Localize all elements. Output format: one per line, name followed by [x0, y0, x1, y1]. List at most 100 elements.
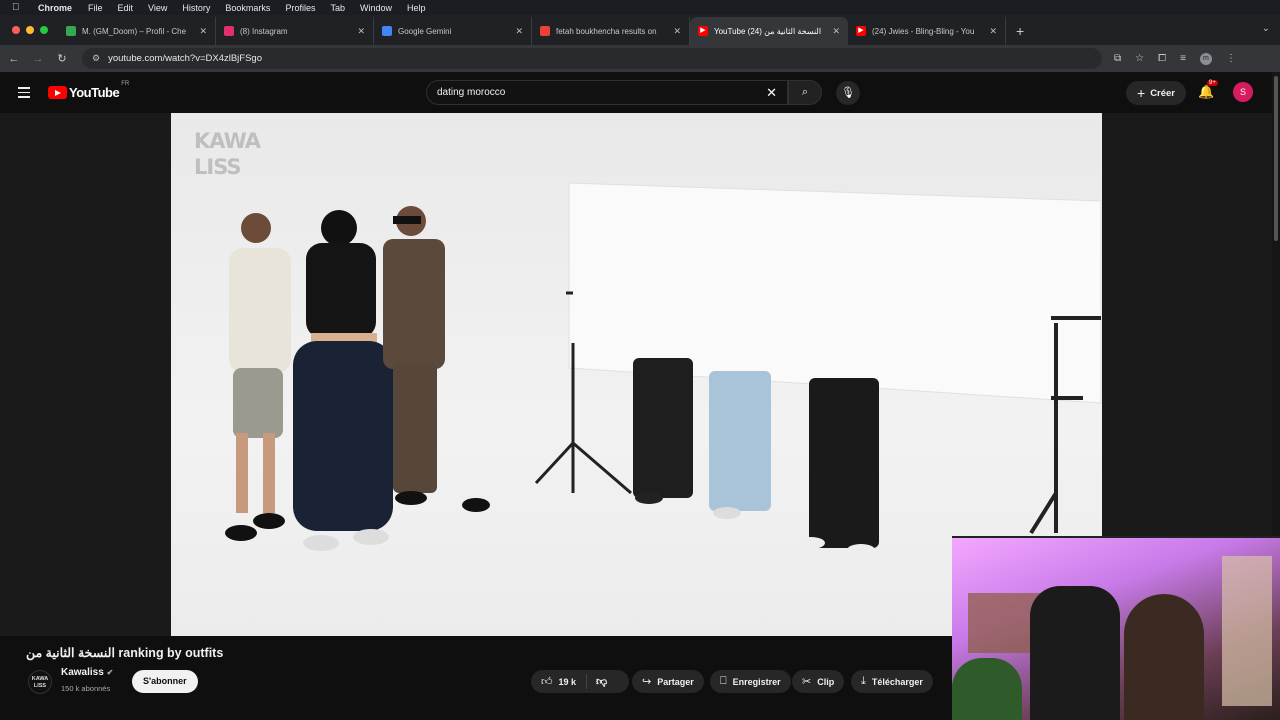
- extensions-icon[interactable]: ⧠: [1158, 53, 1166, 64]
- voice-search-button[interactable]: 🎙: [836, 81, 860, 105]
- youtube-play-icon: [48, 86, 67, 99]
- webcam-bookshelf: [1222, 556, 1272, 706]
- channel-avatar[interactable]: KAWA LISS: [28, 669, 52, 694]
- browser-tab[interactable]: ▶ (24) Jwies - Bling-Bling - You ✕: [848, 17, 1006, 45]
- menu-profiles[interactable]: Profiles: [285, 3, 315, 13]
- tab-favicon-icon: [540, 26, 550, 36]
- menu-file[interactable]: File: [88, 3, 103, 13]
- webcam-streamer: [1124, 594, 1204, 720]
- youtube-wordmark: YouTube: [69, 85, 120, 100]
- address-url: youtube.com/watch?v=DX4zlBjFSgo: [108, 53, 263, 64]
- browser-tab[interactable]: Google Gemini ✕: [374, 17, 532, 45]
- notifications-button[interactable]: 🔔 9+: [1198, 80, 1218, 100]
- menu-tab[interactable]: Tab: [330, 3, 345, 13]
- microphone-icon: 🎙: [841, 87, 855, 99]
- tab-title: (24) Jwies - Bling-Bling - You: [872, 26, 975, 36]
- tab-title: fetah boukhencha results on: [556, 26, 657, 36]
- download-button[interactable]: ⤓ Télécharger: [851, 670, 933, 693]
- bell-icon: 🔔: [1198, 84, 1215, 99]
- menu-view[interactable]: View: [148, 3, 167, 13]
- scissors-icon: ✂: [802, 676, 812, 688]
- macos-menubar:  Chrome File Edit View History Bookmark…: [0, 0, 1280, 15]
- close-tab-icon[interactable]: ✕: [673, 26, 681, 37]
- search-query: dating morocco: [437, 87, 506, 98]
- like-count: 19 k: [558, 676, 577, 687]
- bookmark-icon: ⎕: [720, 675, 727, 687]
- reading-list-icon[interactable]: ≡: [1180, 53, 1186, 64]
- tab-favicon-icon: ▶: [698, 26, 708, 36]
- download-label: Télécharger: [871, 676, 923, 687]
- account-avatar[interactable]: S: [1233, 82, 1253, 102]
- channel-info: KAWA LISS Kawaliss ✔ 150 k abonnés: [28, 667, 113, 696]
- create-label: Créer: [1150, 87, 1176, 99]
- channel-name[interactable]: Kawaliss ✔: [61, 667, 113, 678]
- scrollbar-thumb[interactable]: [1274, 76, 1278, 241]
- like-dislike-group: 👍︎ 19 k 👎︎: [531, 670, 629, 693]
- tab-search-chevron-icon[interactable]: ⌄: [1262, 23, 1270, 34]
- address-bar[interactable]: ⚙ youtube.com/watch?v=DX4zlBjFSgo: [82, 48, 1102, 69]
- close-window-icon[interactable]: [12, 26, 20, 34]
- like-button[interactable]: 👍︎ 19 k: [531, 674, 588, 689]
- browser-tab[interactable]: fetah boukhencha results on ✕: [532, 17, 690, 45]
- thumbs-up-icon: 👍︎: [541, 676, 553, 688]
- tab-favicon-icon: ▶: [856, 26, 866, 36]
- clear-search-icon[interactable]: ✕: [766, 85, 777, 101]
- close-tab-icon[interactable]: ✕: [989, 26, 997, 37]
- subscribe-button[interactable]: S'abonner: [132, 670, 198, 693]
- window-controls: [0, 26, 58, 45]
- share-button[interactable]: ↪ Partager: [632, 670, 704, 693]
- tab-title: YouTube النسخة الثانية من (24): [714, 26, 822, 36]
- menu-bookmarks[interactable]: Bookmarks: [225, 3, 270, 13]
- browser-tab-active[interactable]: ▶ YouTube النسخة الثانية من (24) ✕: [690, 17, 848, 45]
- tab-strip: M. (GM_Doom) – Profil - Che ✕ (8) Instag…: [0, 15, 1280, 45]
- close-tab-icon[interactable]: ✕: [515, 26, 523, 37]
- forward-icon[interactable]: →: [28, 53, 48, 65]
- back-icon[interactable]: ←: [4, 53, 24, 65]
- webcam-plant: [952, 658, 1022, 720]
- site-info-icon[interactable]: ⚙: [92, 53, 100, 64]
- hamburger-menu-icon[interactable]: [18, 87, 30, 98]
- reload-icon[interactable]: ↻: [52, 52, 72, 65]
- bookmark-star-icon[interactable]: ☆: [1135, 53, 1144, 64]
- youtube-logo[interactable]: YouTube FR: [48, 81, 129, 100]
- install-app-icon[interactable]: ⧉: [1114, 53, 1121, 64]
- video-title: النسخة الثانية من ranking by outfits: [26, 646, 224, 660]
- minimize-window-icon[interactable]: [26, 26, 34, 34]
- notification-badge: 9+: [1207, 80, 1218, 86]
- close-tab-icon[interactable]: ✕: [832, 26, 840, 37]
- save-button[interactable]: ⎕ Enregistrer: [710, 670, 791, 693]
- tab-favicon-icon: [66, 26, 76, 36]
- menu-help[interactable]: Help: [407, 3, 426, 13]
- browser-toolbar: ← → ↻ ⚙ youtube.com/watch?v=DX4zlBjFSgo …: [0, 45, 1280, 72]
- profile-icon[interactable]: m: [1199, 52, 1212, 65]
- region-code: FR: [121, 81, 130, 87]
- browser-tab[interactable]: M. (GM_Doom) – Profil - Che ✕: [58, 17, 216, 45]
- webcam-gaming-chair: [1030, 586, 1120, 720]
- menu-history[interactable]: History: [182, 3, 210, 13]
- tab-favicon-icon: [224, 26, 234, 36]
- new-tab-icon[interactable]: +: [1016, 23, 1024, 39]
- close-tab-icon[interactable]: ✕: [357, 26, 365, 37]
- dislike-button[interactable]: 👎︎: [587, 675, 616, 688]
- menu-app-name[interactable]: Chrome: [38, 3, 72, 13]
- search-button[interactable]: ⌕: [788, 80, 822, 105]
- chrome-menu-icon[interactable]: ⋮: [1226, 53, 1236, 64]
- create-button[interactable]: + Créer: [1126, 81, 1187, 105]
- menu-edit[interactable]: Edit: [118, 3, 134, 13]
- thumbs-down-icon: 👎︎: [596, 676, 608, 688]
- tab-title: M. (GM_Doom) – Profil - Che: [82, 26, 187, 36]
- apple-icon[interactable]: : [12, 2, 26, 13]
- contestant-brown-suit: [383, 206, 490, 512]
- clip-button[interactable]: ✂ Clip: [792, 670, 845, 693]
- contestant-white-jacket: [225, 213, 291, 541]
- close-tab-icon[interactable]: ✕: [199, 26, 207, 37]
- maximize-window-icon[interactable]: [40, 26, 48, 34]
- plus-icon: +: [1137, 85, 1146, 101]
- tab-title: (8) Instagram: [240, 26, 288, 36]
- download-icon: ⤓: [861, 675, 866, 687]
- browser-tab[interactable]: (8) Instagram ✕: [216, 17, 374, 45]
- menu-window[interactable]: Window: [360, 3, 392, 13]
- save-label: Enregistrer: [732, 676, 781, 687]
- tab-favicon-icon: [382, 26, 392, 36]
- search-input[interactable]: dating morocco ✕: [426, 80, 788, 105]
